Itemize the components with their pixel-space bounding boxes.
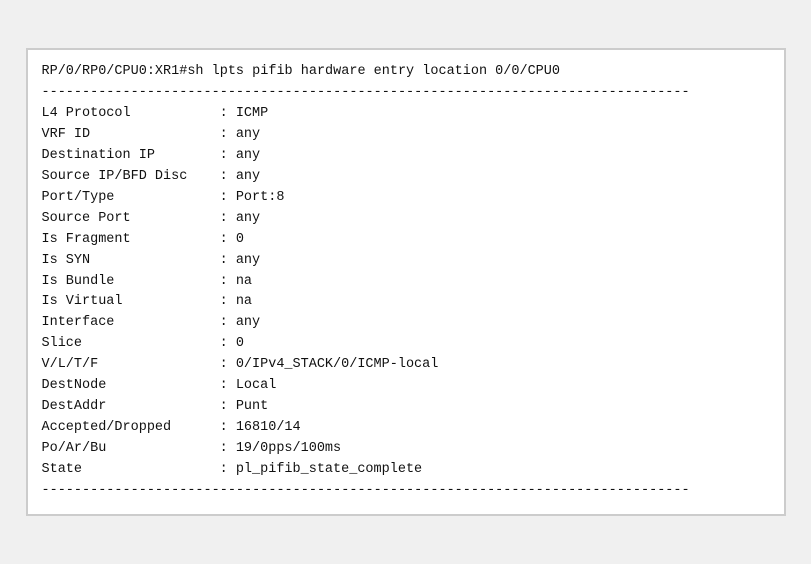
field-value: 19/0pps/100ms xyxy=(236,439,341,460)
field-label: Is Fragment xyxy=(42,230,212,251)
field-row: DestAddr : Punt xyxy=(42,397,770,418)
field-value: 0 xyxy=(236,334,244,355)
command-line: RP/0/RP0/CPU0:XR1#sh lpts pifib hardware… xyxy=(42,62,770,83)
field-row: VRF ID : any xyxy=(42,125,770,146)
field-row: Port/Type : Port:8 xyxy=(42,188,770,209)
field-colon: : xyxy=(212,397,236,418)
field-row: L4 Protocol : ICMP xyxy=(42,104,770,125)
field-label: Source IP/BFD Disc xyxy=(42,167,212,188)
field-row: Slice : 0 xyxy=(42,334,770,355)
field-row: Is Virtual : na xyxy=(42,292,770,313)
field-row: V/L/T/F : 0/IPv4_STACK/0/ICMP-local xyxy=(42,355,770,376)
fields-container: L4 Protocol : ICMPVRF ID : anyDestinatio… xyxy=(42,104,770,481)
field-value: pl_pifib_state_complete xyxy=(236,460,422,481)
field-row: DestNode : Local xyxy=(42,376,770,397)
field-row: Is Bundle : na xyxy=(42,272,770,293)
field-colon: : xyxy=(212,125,236,146)
field-row: Po/Ar/Bu : 19/0pps/100ms xyxy=(42,439,770,460)
field-colon: : xyxy=(212,104,236,125)
field-value: 0/IPv4_STACK/0/ICMP-local xyxy=(236,355,439,376)
field-value: na xyxy=(236,292,252,313)
field-label: Port/Type xyxy=(42,188,212,209)
field-label: Is Bundle xyxy=(42,272,212,293)
field-value: Punt xyxy=(236,397,268,418)
field-row: Interface : any xyxy=(42,313,770,334)
field-value: any xyxy=(236,146,260,167)
field-row: Is Fragment : 0 xyxy=(42,230,770,251)
field-colon: : xyxy=(212,230,236,251)
command-text: RP/0/RP0/CPU0:XR1#sh lpts pifib hardware… xyxy=(42,62,560,83)
field-label: Destination IP xyxy=(42,146,212,167)
field-value: any xyxy=(236,251,260,272)
field-row: Destination IP : any xyxy=(42,146,770,167)
field-colon: : xyxy=(212,418,236,439)
field-row: Source IP/BFD Disc : any xyxy=(42,167,770,188)
field-row: State : pl_pifib_state_complete xyxy=(42,460,770,481)
field-value: 16810/14 xyxy=(236,418,301,439)
field-colon: : xyxy=(212,251,236,272)
field-colon: : xyxy=(212,460,236,481)
field-label: Po/Ar/Bu xyxy=(42,439,212,460)
field-value: na xyxy=(236,272,252,293)
field-label: Slice xyxy=(42,334,212,355)
field-value: Port:8 xyxy=(236,188,285,209)
field-value: ICMP xyxy=(236,104,268,125)
separator-top: ----------------------------------------… xyxy=(42,83,770,104)
field-label: L4 Protocol xyxy=(42,104,212,125)
field-colon: : xyxy=(212,376,236,397)
field-label: Is SYN xyxy=(42,251,212,272)
field-colon: : xyxy=(212,272,236,293)
field-row: Accepted/Dropped : 16810/14 xyxy=(42,418,770,439)
field-colon: : xyxy=(212,146,236,167)
field-label: Is Virtual xyxy=(42,292,212,313)
field-colon: : xyxy=(212,209,236,230)
field-label: DestNode xyxy=(42,376,212,397)
field-colon: : xyxy=(212,355,236,376)
field-colon: : xyxy=(212,188,236,209)
field-label: State xyxy=(42,460,212,481)
field-label: Source Port xyxy=(42,209,212,230)
field-value: Local xyxy=(236,376,277,397)
field-label: VRF ID xyxy=(42,125,212,146)
field-label: DestAddr xyxy=(42,397,212,418)
field-colon: : xyxy=(212,334,236,355)
field-label: Interface xyxy=(42,313,212,334)
field-label: V/L/T/F xyxy=(42,355,212,376)
field-colon: : xyxy=(212,439,236,460)
field-colon: : xyxy=(212,167,236,188)
field-row: Source Port : any xyxy=(42,209,770,230)
field-value: any xyxy=(236,125,260,146)
field-value: 0 xyxy=(236,230,244,251)
field-value: any xyxy=(236,209,260,230)
separator-bottom: ----------------------------------------… xyxy=(42,481,770,502)
field-colon: : xyxy=(212,292,236,313)
field-colon: : xyxy=(212,313,236,334)
field-row: Is SYN : any xyxy=(42,251,770,272)
field-value: any xyxy=(236,313,260,334)
terminal-container: RP/0/RP0/CPU0:XR1#sh lpts pifib hardware… xyxy=(26,48,786,515)
field-label: Accepted/Dropped xyxy=(42,418,212,439)
field-value: any xyxy=(236,167,260,188)
